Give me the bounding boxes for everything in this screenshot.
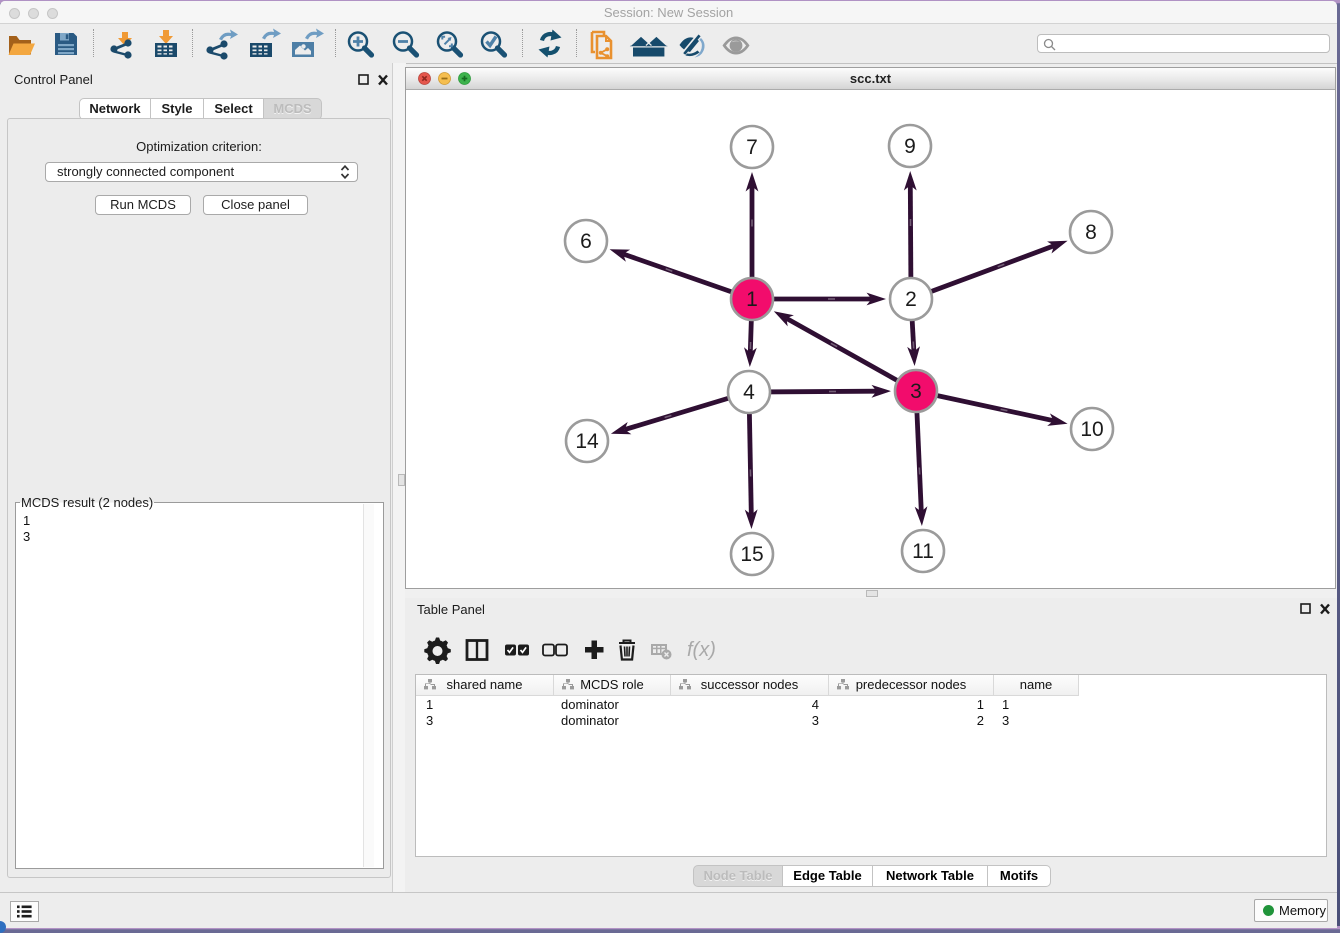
svg-text:15: 15 bbox=[740, 543, 763, 566]
svg-text:11: 11 bbox=[912, 540, 934, 563]
svg-text:8: 8 bbox=[1085, 221, 1097, 244]
svg-text:9: 9 bbox=[904, 135, 916, 158]
svg-text:2: 2 bbox=[905, 288, 917, 311]
svg-text:4: 4 bbox=[743, 381, 755, 404]
svg-text:14: 14 bbox=[575, 430, 599, 453]
svg-text:1: 1 bbox=[746, 288, 758, 311]
svg-text:f(x): f(x) bbox=[687, 639, 716, 661]
svg-text:10: 10 bbox=[1080, 418, 1103, 441]
svg-text:7: 7 bbox=[746, 136, 758, 159]
svg-text:6: 6 bbox=[580, 230, 592, 253]
svg-text:3: 3 bbox=[910, 380, 922, 403]
